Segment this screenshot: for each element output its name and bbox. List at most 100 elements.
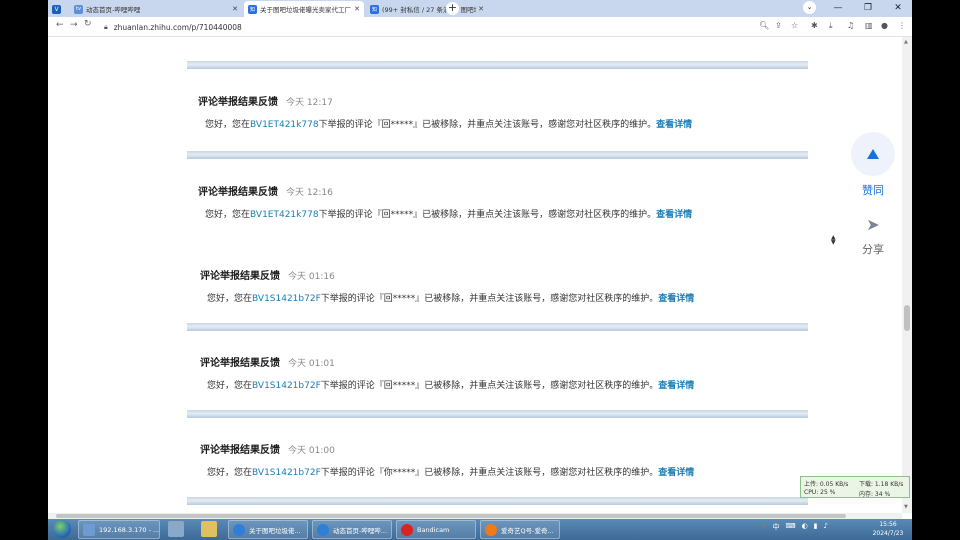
taskbar-item-firefox[interactable]: 爱奇艺Q号-爱奇... [480, 520, 560, 539]
start-button[interactable] [53, 520, 71, 538]
taskbar-item-remote[interactable]: 192.168.3.170 - ... [78, 520, 160, 539]
body-text: 下举报的评论『回*****』已被移除，并重点关注该账号，感谢您对社区秩序的维护。 [320, 294, 659, 304]
greeting-text: 您好，您在 [207, 294, 253, 304]
upvote-button[interactable] [851, 132, 895, 176]
clock[interactable]: 15:56 2024/7/23 [868, 520, 908, 538]
side-panel-icon[interactable]: ▥ [865, 21, 873, 30]
taskbar-item-chrome-zhihu[interactable]: 关于图吧垃圾佬... [228, 520, 308, 539]
address-bar[interactable]: 🔒︎ zhuanlan.zhihu.com/p/710440008 [104, 19, 524, 35]
bandicam-icon [401, 523, 413, 536]
tab-zhihu-article[interactable]: 知 关于图吧垃圾佬曝光卖家代工厂 ✕ [244, 1, 364, 17]
card-body: 您好，您在BV1ET421k778下举报的评论『回*****』已被移除，并重点关… [198, 117, 819, 130]
cpu-usage: CPU: 25 % [804, 489, 836, 496]
ime-icon[interactable]: S [762, 522, 766, 532]
image-divider [187, 151, 808, 159]
zoom-icon[interactable]: 🔍︎ [759, 21, 769, 30]
card-time: 今天 12:16 [286, 188, 333, 198]
scroll-up-icon[interactable]: ▲ [904, 39, 908, 45]
bv-link[interactable]: BV1S1421b72F [252, 294, 321, 304]
back-button[interactable]: ← [56, 20, 64, 30]
tab-title: 动态首页-哔哩哔哩 [86, 6, 141, 14]
upvote-label[interactable]: 赞同 [851, 182, 895, 198]
extensions-icon[interactable]: ✱ [811, 21, 818, 30]
close-window-button[interactable]: ✕ [890, 3, 906, 13]
close-icon[interactable]: ✕ [354, 5, 360, 13]
card-body: 您好，您在BV1S1421b72F下举报的评论『你*****』已被移除，并重点关… [200, 465, 821, 478]
vertical-scrollbar[interactable]: ▲ ▼ [902, 37, 912, 513]
share-label[interactable]: 分享 [851, 241, 895, 257]
media-icon[interactable]: ♫ [847, 21, 854, 30]
bv-link[interactable]: BV1ET421k778 [250, 120, 319, 130]
image-divider [187, 61, 808, 69]
taskbar-item-label: 动态首页-哔哩哔... [333, 526, 388, 535]
greeting-text: 您好，您在 [207, 468, 253, 478]
view-detail-link[interactable]: 查看详情 [658, 468, 694, 478]
taskbar-item-chrome-bilibili[interactable]: 动态首页-哔哩哔... [312, 520, 392, 539]
menu-icon[interactable]: ⋮ [898, 21, 906, 30]
taskbar-item-label: 爱奇艺Q号-爱奇... [501, 526, 554, 535]
network-icon[interactable]: ▮ [814, 522, 818, 532]
card-body: 您好，您在BV1ET421k778下举报的评论『回*****』已被移除，并重点关… [198, 207, 819, 220]
upload-speed: 上传: 0.05 KB/s [804, 481, 849, 488]
body-text: 下举报的评论『回*****』已被移除，并重点关注该账号，感谢您对社区秩序的维护。 [318, 120, 657, 130]
tab-bilibili-home[interactable]: tv 动态首页-哔哩哔哩 ✕ [70, 1, 242, 17]
tab-zhihu-messages[interactable]: 知 (99+ 封私信 / 27 条消息) 图吧垃 ✕ [366, 1, 488, 17]
view-detail-link[interactable]: 查看详情 [656, 210, 692, 220]
clock-date: 2024/7/23 [872, 530, 904, 537]
greeting-text: 您好，您在 [205, 210, 251, 220]
view-detail-link[interactable]: 查看详情 [658, 294, 694, 304]
network-monitor-widget: 上传: 0.05 KB/s 下载: 1.18 KB/s CPU: 25 % 内存… [800, 476, 910, 498]
card-body: 您好，您在BV1S1421b72F下举报的评论『回*****』已被移除，并重点关… [200, 378, 821, 391]
view-detail-link[interactable]: 查看详情 [656, 120, 692, 130]
scroll-down-icon[interactable]: ▼ [904, 504, 908, 510]
lock-icon: 🔒︎ [104, 22, 108, 31]
profile-icon[interactable]: ● [881, 21, 888, 30]
close-icon[interactable]: ✕ [478, 5, 484, 13]
download-speed: 下载: 1.18 KB/s [859, 481, 904, 488]
taskbar: 192.168.3.170 - ... 关于图吧垃圾佬... 动态首页-哔哩哔.… [48, 519, 912, 540]
bv-link[interactable]: BV1ET421k778 [250, 210, 319, 220]
card-time: 今天 01:01 [288, 359, 335, 369]
notification-card: 评论举报结果反馈 今天 01:01 您好，您在BV1S1421b72F下举报的评… [200, 354, 821, 391]
downloads-icon[interactable]: ⤓ [829, 21, 833, 31]
share-page-icon[interactable]: ⇪ [775, 21, 782, 30]
forward-button[interactable]: → [70, 20, 78, 30]
minimize-button[interactable]: — [830, 3, 846, 13]
tray-icon[interactable]: ◐ [802, 522, 808, 532]
scrollbar-thumb[interactable] [904, 305, 910, 331]
card-title: 评论举报结果反馈 [200, 271, 280, 282]
system-tray: S 中 ⌨ ◐ ▮ ♪ [762, 522, 828, 532]
computer-icon[interactable] [168, 521, 184, 537]
tab-title: (99+ 封私信 / 27 条消息) 图吧垃 [382, 6, 476, 14]
card-time: 今天 01:00 [288, 446, 335, 456]
taskbar-item-bandicam[interactable]: Bandicam [396, 520, 476, 539]
bv-link[interactable]: BV1S1421b72F [252, 381, 321, 391]
card-title: 评论举报结果反馈 [200, 445, 280, 456]
new-tab-button[interactable]: + [446, 2, 459, 15]
browser-toolbar: ← → ↻ 🔒︎ zhuanlan.zhihu.com/p/710440008 … [48, 17, 912, 37]
bv-link[interactable]: BV1S1421b72F [252, 468, 321, 478]
share-icon[interactable]: ➤ [863, 215, 883, 234]
horizontal-scrollbar-thumb[interactable] [56, 514, 846, 518]
folder-icon[interactable] [201, 521, 217, 537]
notification-card: 评论举报结果反馈 今天 01:16 您好，您在BV1S1421b72F下举报的评… [200, 267, 821, 304]
firefox-icon [485, 523, 497, 536]
bookmark-star-icon[interactable]: ☆ [791, 21, 798, 30]
card-title: 评论举报结果反馈 [198, 97, 278, 108]
card-title: 评论举报结果反馈 [198, 187, 278, 198]
reload-button[interactable]: ↻ [84, 19, 92, 29]
body-text: 下举报的评论『你*****』已被移除，并重点关注该账号，感谢您对社区秩序的维护。 [320, 468, 659, 478]
tab-title: 关于图吧垃圾佬曝光卖家代工厂 [260, 6, 351, 14]
close-icon[interactable]: ✕ [232, 5, 238, 13]
tab-search-icon[interactable]: V [52, 1, 64, 17]
url-text: zhuanlan.zhihu.com/p/710440008 [113, 22, 242, 32]
tray-icon[interactable]: ⌨ [785, 522, 795, 532]
notification-card: 评论举报结果反馈 今天 12:16 您好，您在BV1ET421k778下举报的评… [198, 183, 819, 220]
volume-icon[interactable]: ♪ [824, 522, 828, 532]
image-divider [187, 497, 808, 505]
tray-icon[interactable]: 中 [772, 522, 779, 532]
maximize-button[interactable]: ❐ [860, 3, 876, 13]
chrome-icon [233, 523, 245, 536]
tab-search-chevron-icon[interactable]: ⌄ [803, 1, 816, 14]
view-detail-link[interactable]: 查看详情 [658, 381, 694, 391]
